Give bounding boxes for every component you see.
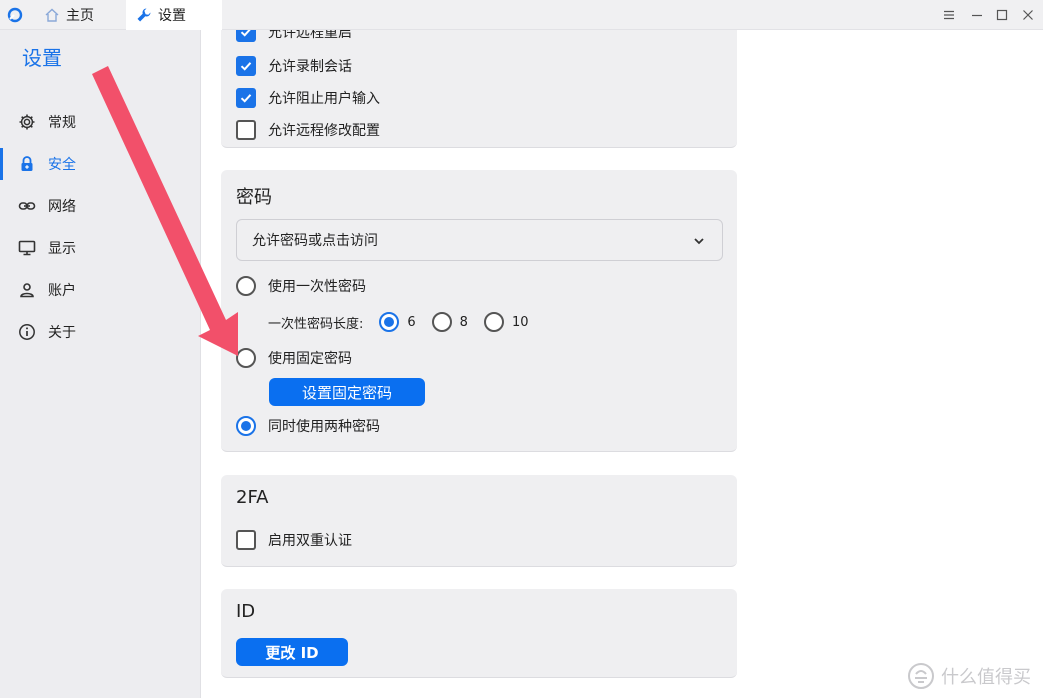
id-card: ID 更改 ID <box>221 589 737 678</box>
length-option-6[interactable]: 6 <box>379 312 416 332</box>
one-time-length-row: 一次性密码长度: 6 8 10 <box>268 312 529 332</box>
sidebar-title: 设置 <box>22 46 62 70</box>
password-card: 密码 允许密码或点击访问 使用一次性密码 一次性密码长度: 6 8 10 使用固… <box>221 170 737 452</box>
length-option-label: 6 <box>407 314 416 330</box>
maximize-icon <box>996 9 1008 21</box>
length-option-label: 8 <box>459 314 468 330</box>
permission-label: 允许录制会话 <box>268 59 352 75</box>
watermark-text: 什么值得买 <box>941 667 1031 688</box>
set-fixed-password-button[interactable]: 设置固定密码 <box>269 378 425 406</box>
change-id-button[interactable]: 更改 ID <box>236 638 348 666</box>
tab-settings-label: 设置 <box>158 8 186 24</box>
radio-button[interactable] <box>379 312 400 332</box>
twofa-card: 2FA 启用双重认证 <box>221 475 737 567</box>
length-label: 一次性密码长度: <box>268 316 364 332</box>
title-bar: 主页 设置 <box>0 0 1043 30</box>
menu-icon <box>944 10 954 20</box>
close-icon <box>1023 10 1033 20</box>
enable-2fa-label: 启用双重认证 <box>268 533 352 549</box>
home-icon <box>45 8 59 22</box>
sidebar-item-label: 显示 <box>48 241 76 257</box>
gear-icon <box>19 114 35 130</box>
option-label: 同时使用两种密码 <box>268 419 380 435</box>
checkbox[interactable] <box>236 56 256 76</box>
minimize-icon <box>972 14 982 17</box>
lock-icon <box>21 156 33 171</box>
twofa-section-title: 2FA <box>236 487 269 508</box>
radio-button[interactable] <box>236 348 256 368</box>
permission-label: 允许远程重启 <box>268 30 352 41</box>
maximize-button[interactable] <box>994 7 1010 23</box>
sidebar-item-label: 账户 <box>48 283 76 299</box>
checkmark-icon <box>240 30 251 37</box>
tab-home-label: 主页 <box>66 8 94 24</box>
radio-button[interactable] <box>236 276 256 296</box>
radio-button[interactable] <box>236 416 256 436</box>
id-section-title: ID <box>236 601 256 622</box>
chevron-down-icon <box>694 238 704 245</box>
sidebar-item-account[interactable]: 账户 <box>0 272 200 308</box>
option-label: 使用固定密码 <box>268 351 352 367</box>
permission-label: 允许阻止用户输入 <box>268 91 380 107</box>
sidebar-item-display[interactable]: 显示 <box>0 230 200 266</box>
sidebar-item-label: 关于 <box>48 325 76 341</box>
option-label: 使用一次性密码 <box>268 279 366 295</box>
one-time-password-option[interactable]: 使用一次性密码 <box>236 276 366 296</box>
length-option-10[interactable]: 10 <box>483 312 529 332</box>
both-passwords-option[interactable]: 同时使用两种密码 <box>236 416 380 436</box>
app-logo-icon <box>7 7 23 23</box>
enable-2fa-row[interactable]: 启用双重认证 <box>236 530 352 550</box>
monitor-icon <box>18 240 36 256</box>
watermark: 什么值得买 <box>907 662 1031 690</box>
fixed-password-option[interactable]: 使用固定密码 <box>236 348 352 368</box>
checkbox[interactable] <box>236 530 256 550</box>
wrench-icon <box>137 8 151 22</box>
close-button[interactable] <box>1020 7 1036 23</box>
length-option-8[interactable]: 8 <box>431 312 468 332</box>
radio-button[interactable] <box>431 312 452 332</box>
sidebar-item-network[interactable]: 网络 <box>0 188 200 224</box>
sidebar-item-security[interactable]: 安全 <box>0 146 200 182</box>
checkbox[interactable] <box>236 120 256 140</box>
access-mode-select[interactable]: 允许密码或点击访问 <box>236 219 723 261</box>
checkbox[interactable] <box>236 88 256 108</box>
permission-row-record-session[interactable]: 允许录制会话 <box>236 56 352 76</box>
password-section-title: 密码 <box>236 187 272 208</box>
link-icon <box>18 202 36 210</box>
sidebar-item-general[interactable]: 常规 <box>0 104 200 140</box>
permission-label: 允许远程修改配置 <box>268 123 380 139</box>
watermark-logo-icon <box>908 663 934 689</box>
sidebar-item-label: 常规 <box>48 115 76 131</box>
minimize-button[interactable] <box>969 7 985 23</box>
tab-settings[interactable]: 设置 <box>126 0 222 30</box>
permission-row-partial[interactable]: 允许远程重启 <box>236 30 352 42</box>
checkmark-icon <box>240 62 252 71</box>
permissions-card: 允许远程重启 允许录制会话 允许阻止用户输入 允许远程修改配置 <box>221 30 737 148</box>
permission-row-block-input[interactable]: 允许阻止用户输入 <box>236 88 380 108</box>
sidebar-item-label: 安全 <box>48 157 76 173</box>
menu-button[interactable] <box>941 7 957 23</box>
checkbox[interactable] <box>236 30 256 42</box>
sidebar: 设置 常规 安全 网络 显示 账户 关于 <box>0 30 201 698</box>
radio-button[interactable] <box>483 312 504 332</box>
settings-content[interactable]: 允许远程重启 允许录制会话 允许阻止用户输入 允许远程修改配置 密码 允许密码或… <box>201 30 1043 698</box>
length-option-label: 10 <box>511 314 529 330</box>
sidebar-item-about[interactable]: 关于 <box>0 314 200 350</box>
permission-row-remote-config[interactable]: 允许远程修改配置 <box>236 120 380 140</box>
person-icon <box>20 283 34 298</box>
sidebar-item-label: 网络 <box>48 199 76 215</box>
tab-home[interactable]: 主页 <box>44 0 94 30</box>
info-icon <box>19 324 35 340</box>
checkmark-icon <box>240 94 252 103</box>
access-mode-value: 允许密码或点击访问 <box>252 233 378 249</box>
